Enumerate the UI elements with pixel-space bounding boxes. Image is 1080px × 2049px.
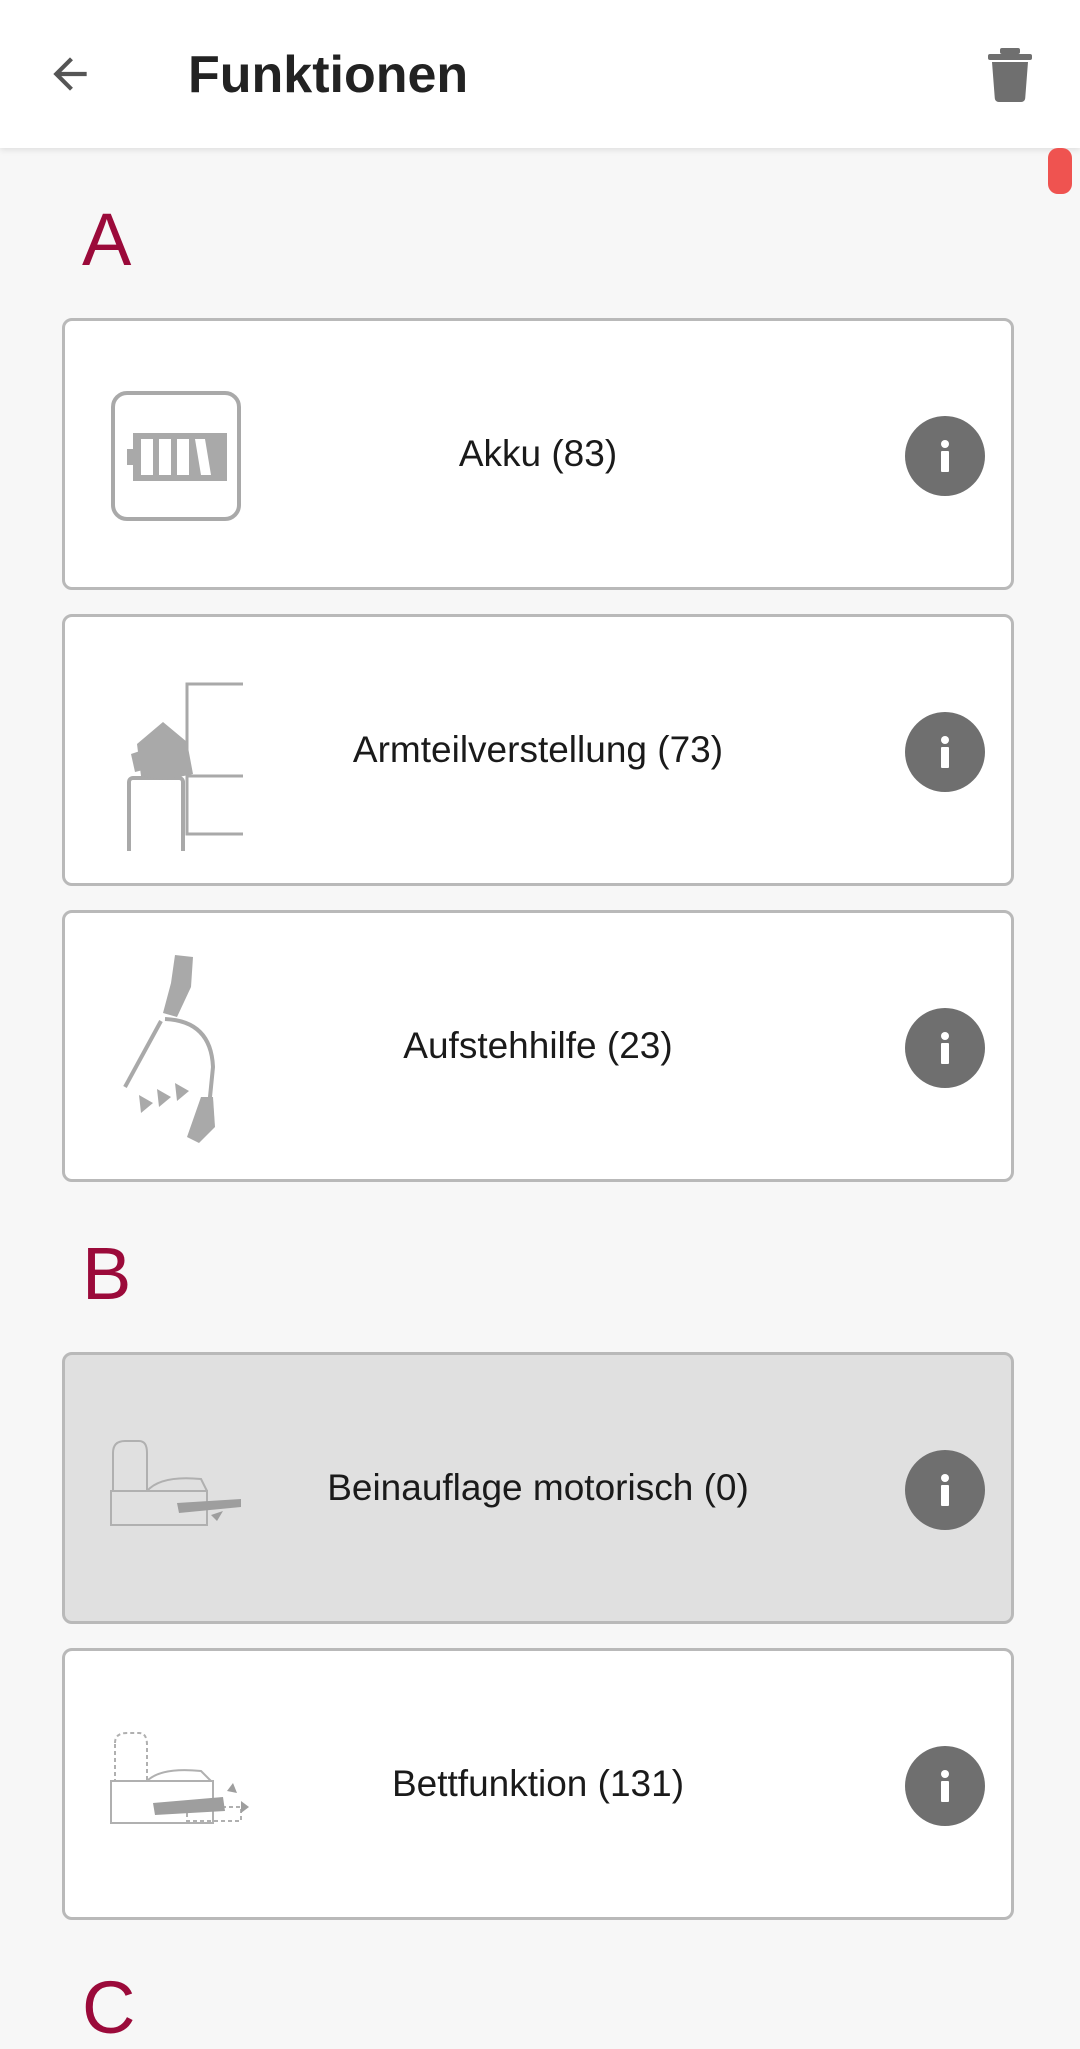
info-button[interactable] bbox=[905, 1008, 985, 1088]
bed-function-icon bbox=[110, 1732, 249, 1824]
function-item-aufstehhilfe[interactable]: Aufstehhilfe (23) bbox=[62, 910, 1014, 1182]
section-header-a: A bbox=[82, 198, 132, 281]
back-button[interactable] bbox=[30, 34, 110, 114]
info-icon bbox=[941, 1474, 949, 1506]
function-list: A Akku (83) Armteilverstellung (73) Aufs… bbox=[0, 148, 1080, 2048]
trash-icon bbox=[988, 48, 1032, 102]
scroll-indicator[interactable] bbox=[1048, 148, 1072, 194]
function-label: Akku (83) bbox=[458, 433, 618, 474]
standing-aid-icon bbox=[123, 955, 216, 1143]
section-header-c: C bbox=[82, 1966, 136, 2049]
function-item-armteilverstellung[interactable]: Armteilverstellung (73) bbox=[62, 614, 1014, 886]
function-label: Beinauflage motorisch (0) bbox=[327, 1467, 749, 1508]
app-bar: Funktionen bbox=[0, 0, 1080, 148]
section-header-b: B bbox=[82, 1232, 132, 1315]
armrest-adjust-icon bbox=[127, 682, 243, 851]
page-title: Funktionen bbox=[188, 46, 469, 104]
motor-legrest-icon bbox=[110, 1440, 241, 1526]
function-label: Bettfunktion (131) bbox=[391, 1763, 685, 1804]
battery-icon bbox=[111, 391, 241, 521]
info-button[interactable] bbox=[905, 416, 985, 496]
info-icon bbox=[941, 440, 949, 472]
function-label: Armteilverstellung (73) bbox=[352, 729, 724, 770]
delete-button[interactable] bbox=[970, 34, 1050, 114]
info-icon bbox=[941, 736, 949, 768]
info-icon bbox=[941, 1032, 949, 1064]
function-label: Aufstehhilfe (23) bbox=[403, 1025, 673, 1066]
function-item-bettfunktion[interactable]: Bettfunktion (131) bbox=[62, 1648, 1014, 1920]
arrow-back-icon bbox=[53, 57, 87, 91]
info-button[interactable] bbox=[905, 1746, 985, 1826]
function-item-beinauflage-motorisch[interactable]: Beinauflage motorisch (0) bbox=[62, 1352, 1014, 1624]
info-button[interactable] bbox=[905, 712, 985, 792]
info-icon bbox=[941, 1770, 949, 1802]
function-item-akku[interactable]: Akku (83) bbox=[62, 318, 1014, 590]
info-button[interactable] bbox=[905, 1450, 985, 1530]
